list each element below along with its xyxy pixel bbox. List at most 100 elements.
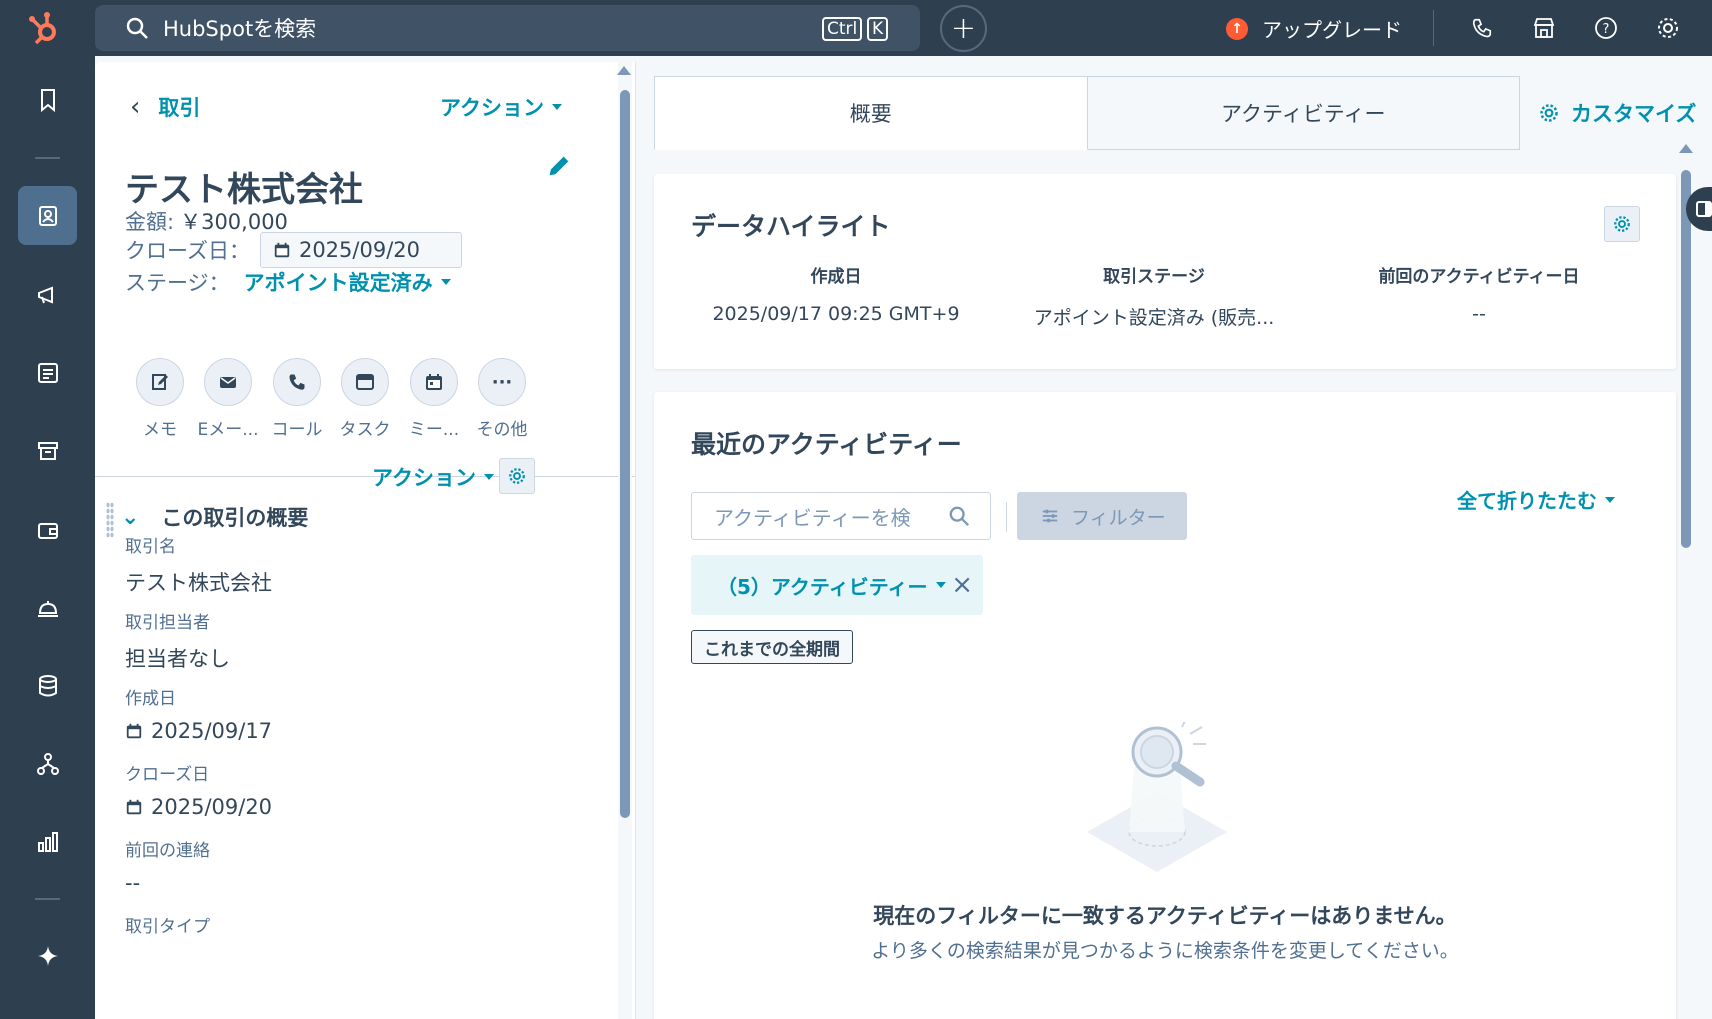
property-value: 2025/09/17 xyxy=(151,719,273,743)
card-settings-button[interactable] xyxy=(1604,206,1640,242)
svg-text:?: ? xyxy=(1603,22,1610,37)
settings-gear-icon[interactable] xyxy=(1654,14,1682,42)
search-icon xyxy=(949,506,969,526)
property-deal-type: 取引タイプ xyxy=(125,912,210,937)
search-placeholder: HubSpotを検索 xyxy=(163,17,317,41)
highlight-last-activity: 前回のアクティビティー日 -- xyxy=(1329,262,1629,325)
note-label: メモ xyxy=(143,420,177,440)
divider xyxy=(1006,502,1007,532)
upgrade-button[interactable]: ↑ アップグレード xyxy=(1226,14,1402,43)
right-scrollbar-thumb[interactable] xyxy=(1681,170,1691,548)
search-icon xyxy=(126,17,148,39)
section-actions-label: アクション xyxy=(372,466,476,490)
email-button[interactable]: Eメー... xyxy=(193,358,263,440)
contacts-icon[interactable] xyxy=(18,186,77,245)
scroll-up-arrow-icon[interactable] xyxy=(617,66,631,75)
calendar-icon xyxy=(126,799,142,815)
empty-state-title: 現在のフィルターに一致するアクティビティーはありません。 xyxy=(873,904,1457,928)
calendar-icon xyxy=(274,242,290,258)
gear-icon xyxy=(509,468,525,484)
property-value-row[interactable]: 2025/09/17 xyxy=(125,719,272,743)
calendar-icon xyxy=(126,723,142,739)
close-date-input[interactable]: 2025/09/20 xyxy=(259,232,462,268)
data-database-icon[interactable] xyxy=(18,656,77,715)
tab-overview[interactable]: 概要 xyxy=(654,76,1088,150)
bookmark-icon[interactable] xyxy=(18,70,77,129)
call-button[interactable]: コール xyxy=(262,358,332,440)
customize-button[interactable]: カスタマイズ xyxy=(1539,98,1696,128)
rail-divider xyxy=(35,157,60,159)
email-label: Eメー... xyxy=(197,420,259,440)
task-button[interactable]: タスク xyxy=(330,358,400,440)
close-icon[interactable]: × xyxy=(951,570,973,600)
back-to-deals-link[interactable]: ‹ 取引 xyxy=(130,92,200,122)
left-navigation-rail xyxy=(0,56,95,1019)
shortcut-k-key: K xyxy=(867,17,889,41)
customize-label: カスタマイズ xyxy=(1571,102,1697,126)
sales-wallet-icon[interactable] xyxy=(18,500,77,559)
property-value[interactable]: -- xyxy=(125,871,210,895)
help-icon[interactable]: ? xyxy=(1592,14,1620,42)
edit-pencil-icon[interactable] xyxy=(545,152,573,180)
left-scrollbar-thumb[interactable] xyxy=(620,90,630,818)
hubspot-logo-icon[interactable] xyxy=(24,8,64,48)
phone-icon xyxy=(289,374,305,390)
chevron-down-icon: ⌄ xyxy=(121,504,140,530)
ai-sparkle-icon[interactable] xyxy=(18,926,77,985)
property-value[interactable]: テスト株式会社 xyxy=(125,567,272,597)
highlight-value: 2025/09/17 09:25 GMT+9 xyxy=(712,303,960,325)
content-icon[interactable] xyxy=(18,343,77,402)
more-button[interactable]: ··· その他 xyxy=(467,358,537,440)
marketplace-store-icon[interactable] xyxy=(1530,14,1558,42)
commerce-icon[interactable] xyxy=(18,421,77,480)
collapse-all-dropdown[interactable]: 全て折りたたむ xyxy=(1457,485,1615,514)
caret-down-icon xyxy=(551,104,562,110)
highlight-label: 取引ステージ xyxy=(1103,267,1205,287)
marketing-megaphone-icon[interactable] xyxy=(18,265,77,324)
card-title: データハイライト xyxy=(691,212,891,241)
more-icon: ··· xyxy=(491,371,513,393)
meeting-label: ミー... xyxy=(408,420,460,440)
filter-button[interactable]: フィルター xyxy=(1017,492,1187,540)
stage-dropdown[interactable]: アポイント設定済み xyxy=(244,267,451,297)
highlight-value: アポイント設定済み (販売... xyxy=(1033,307,1275,329)
property-deal-name: 取引名 テスト株式会社 xyxy=(125,532,272,597)
property-deal-owner: 取引担当者 担当者なし xyxy=(125,608,230,673)
record-actions-dropdown[interactable]: アクション xyxy=(440,92,562,122)
caret-down-icon xyxy=(1605,496,1615,503)
more-label: その他 xyxy=(476,420,528,440)
card-title: 最近のアクティビティー xyxy=(691,430,962,459)
task-icon xyxy=(356,374,374,390)
note-button[interactable]: メモ xyxy=(125,358,195,440)
property-value-row[interactable]: 2025/09/20 xyxy=(125,795,272,819)
task-label: タスク xyxy=(339,420,391,440)
activity-type-filter-chip[interactable]: （5）アクティビティー × xyxy=(691,555,983,615)
scroll-up-arrow-icon[interactable] xyxy=(1679,144,1693,153)
stage-value: アポイント設定済み xyxy=(243,271,433,295)
property-value[interactable]: 担当者なし xyxy=(125,643,230,673)
drag-handle-icon[interactable] xyxy=(106,502,114,538)
top-navigation-bar: HubSpotを検索 Ctrl K + ↑ アップグレード ? xyxy=(0,0,1712,56)
filter-label: フィルター xyxy=(1071,506,1166,529)
empty-search-illustration-icon xyxy=(1087,722,1227,872)
reporting-chart-icon[interactable] xyxy=(18,812,77,871)
note-edit-icon xyxy=(152,374,168,390)
about-section-header[interactable]: ⌄ この取引の概要 xyxy=(121,502,308,532)
tab-activities[interactable]: アクティビティー xyxy=(1087,76,1520,150)
section-actions-dropdown[interactable]: アクション xyxy=(372,462,494,492)
date-range-filter[interactable]: これまでの全期間 xyxy=(691,630,853,664)
property-create-date: 作成日 2025/09/17 xyxy=(125,684,272,743)
global-search-bar[interactable]: HubSpotを検索 Ctrl K xyxy=(95,5,920,51)
property-close-date: クローズ日 2025/09/20 xyxy=(125,760,272,819)
section-settings-button[interactable] xyxy=(499,458,535,494)
automation-icon[interactable] xyxy=(18,734,77,793)
phone-icon[interactable] xyxy=(1468,14,1496,42)
meeting-button[interactable]: ミー... xyxy=(399,358,469,440)
create-new-button[interactable]: + xyxy=(940,5,987,52)
divider xyxy=(1433,10,1434,46)
search-placeholder: アクティビティーを検 xyxy=(714,505,911,530)
service-bell-icon[interactable] xyxy=(18,578,77,637)
gear-icon xyxy=(1614,216,1630,232)
record-title: テスト株式会社 xyxy=(125,170,363,210)
activity-search-input[interactable]: アクティビティーを検 xyxy=(691,492,991,540)
